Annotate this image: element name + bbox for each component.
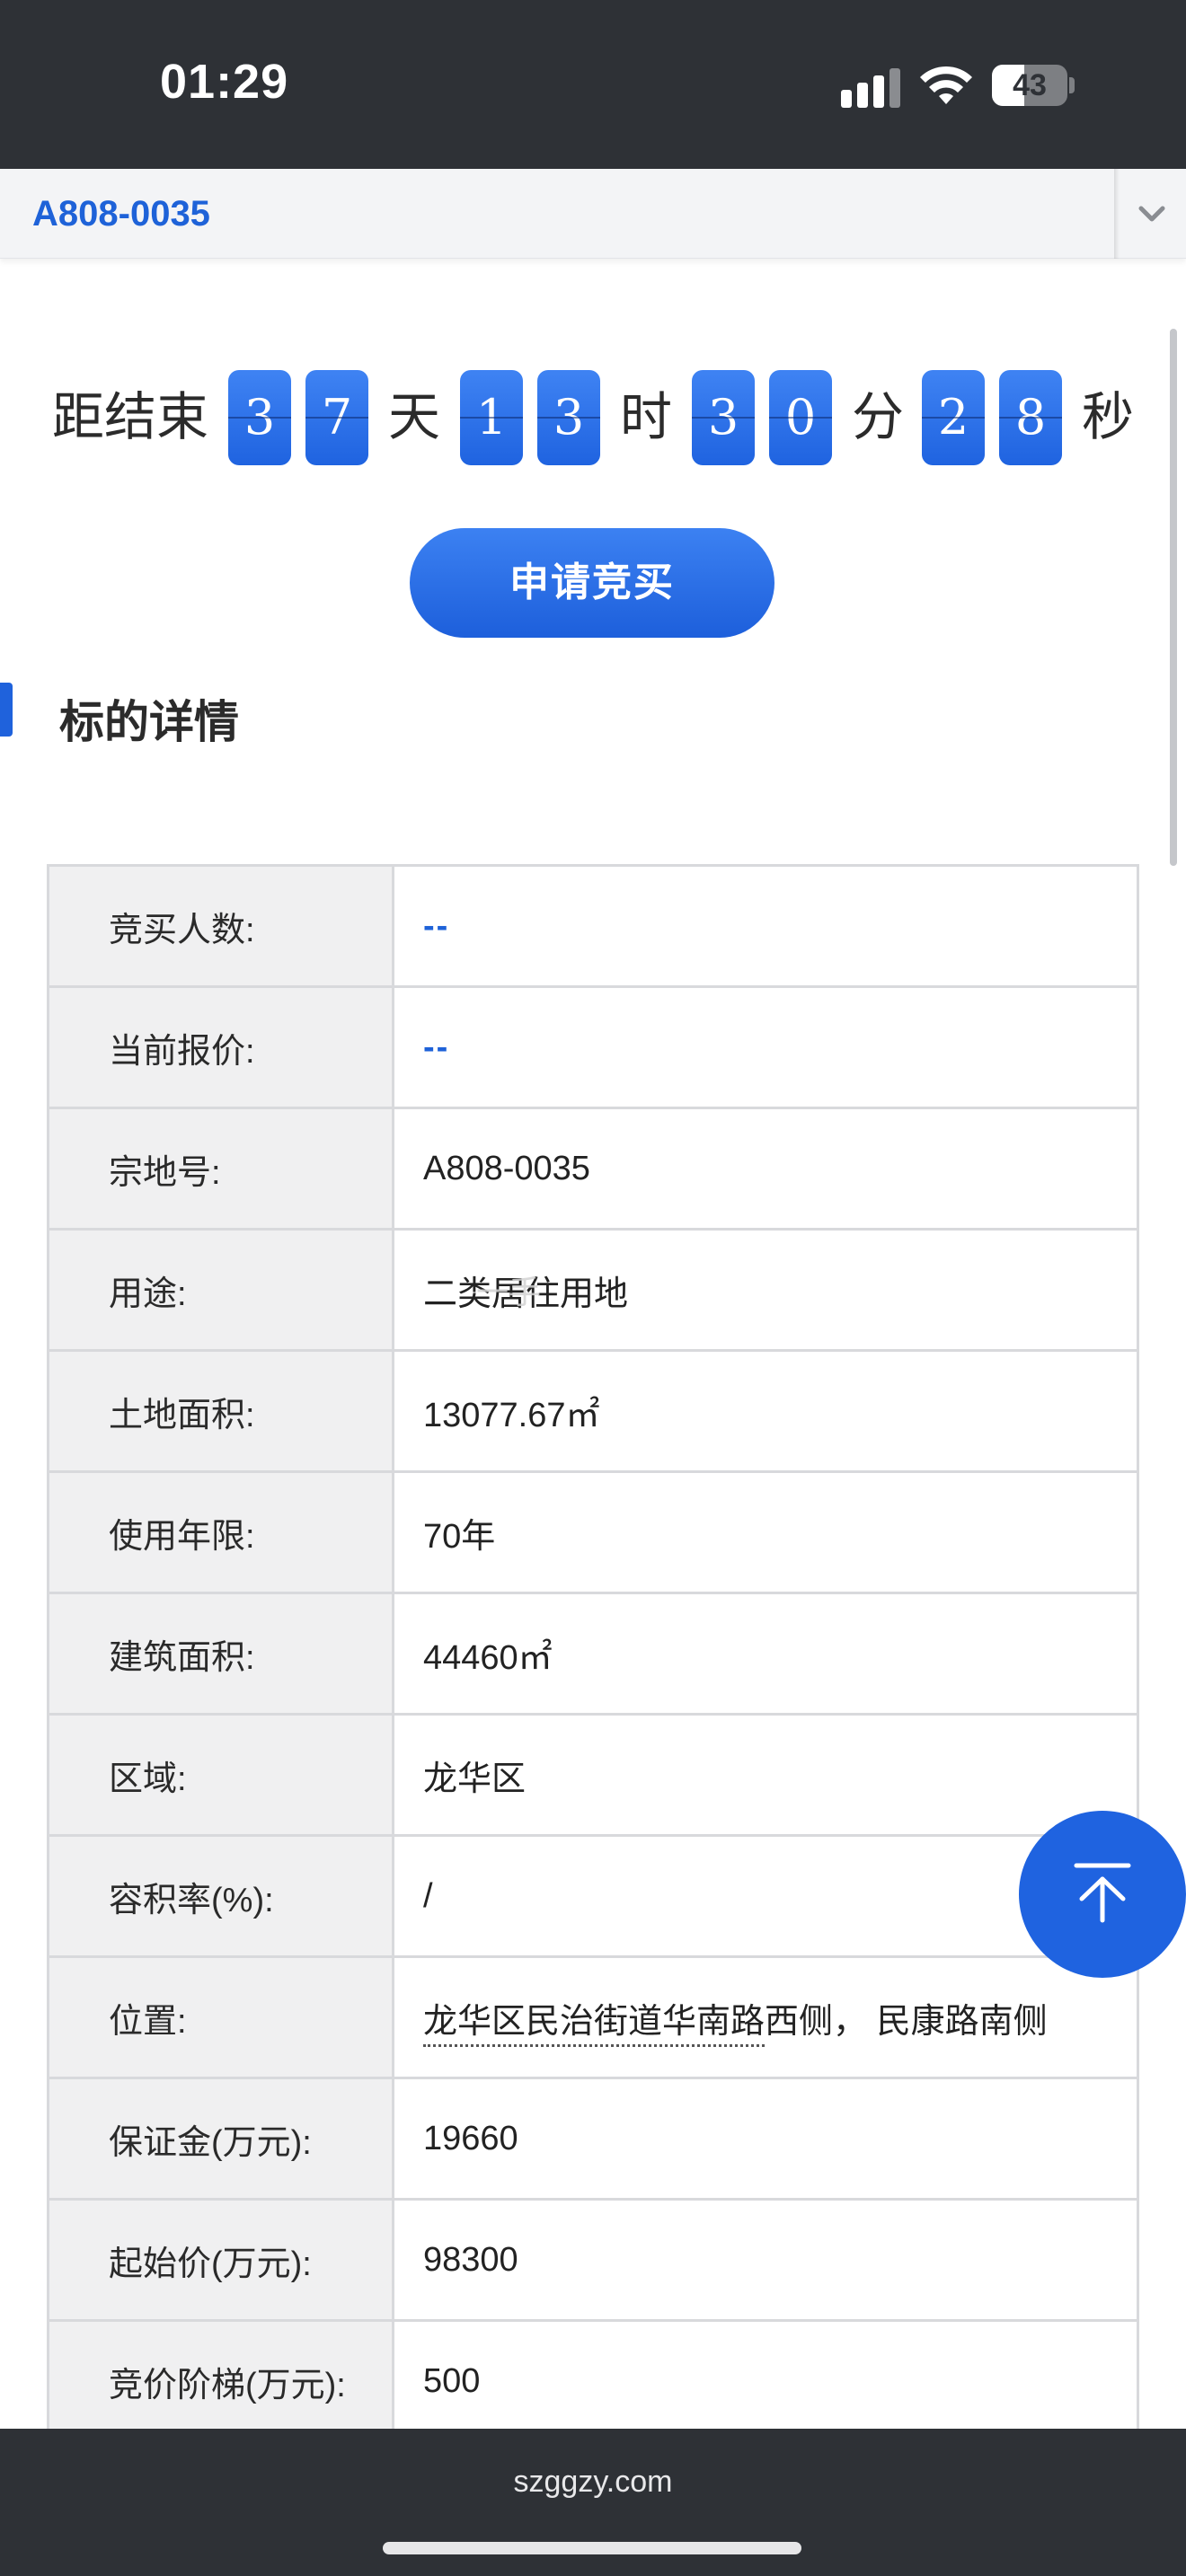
battery-body: 43 <box>992 65 1067 106</box>
watermark: 一手 <box>476 1274 542 1310</box>
table-row: 土地面积: 13077.67㎡ <box>47 1349 1139 1473</box>
table-row: 宗地号: A808-0035 <box>47 1107 1139 1231</box>
section-marker <box>0 683 13 737</box>
detail-value: A808-0035 <box>392 1107 1139 1231</box>
detail-label: 起始价(万元): <box>47 2198 394 2322</box>
browser-bottom-bar: szggzy.com <box>0 2429 1186 2576</box>
detail-label: 区域: <box>47 1713 394 1837</box>
table-row: 位置: 龙华区民治街道华南路西侧， 民康路南侧 <box>47 1955 1139 2079</box>
address-domain[interactable]: szggzy.com <box>0 2465 1186 2500</box>
battery-level: 43 <box>1013 68 1047 102</box>
detail-value: -- <box>392 985 1139 1109</box>
bidder-count-value: -- <box>423 906 450 945</box>
status-bar: 01:29 43 <box>0 0 1186 169</box>
countdown-timer: 距结束 3 7 天 1 3 时 3 0 分 2 8 秒 <box>52 368 1148 467</box>
detail-value: 龙华区民治街道华南路西侧， 民康路南侧 <box>392 1955 1139 2079</box>
detail-label: 宗地号: <box>47 1107 394 1231</box>
page-scrollbar[interactable] <box>1170 329 1177 866</box>
table-row: 保证金(万元): 19660 <box>47 2077 1139 2201</box>
countdown-hour-digit: 3 <box>537 370 600 465</box>
plot-select-value: A808-0035 <box>32 194 210 234</box>
detail-label: 竞价阶梯(万元): <box>47 2319 394 2443</box>
detail-label: 使用年限: <box>47 1470 394 1594</box>
detail-label: 竞买人数: <box>47 864 394 988</box>
location-text: 西侧， 民康路南侧 <box>765 2002 1048 2041</box>
apply-bid-button[interactable]: 申请竞买 <box>410 528 774 638</box>
detail-label: 建筑面积: <box>47 1592 394 1716</box>
chevron-down-icon[interactable] <box>1134 196 1170 232</box>
detail-value: 19660 <box>392 2077 1139 2201</box>
detail-label: 容积率(%): <box>47 1834 394 1958</box>
detail-value: 98300 <box>392 2198 1139 2322</box>
table-row: 竞买人数: -- <box>47 864 1139 988</box>
section-title: 标的详情 <box>59 697 239 747</box>
detail-value: 500 <box>392 2319 1139 2443</box>
table-row: 当前报价: -- <box>47 985 1139 1109</box>
countdown-day-digit: 7 <box>305 370 368 465</box>
battery-cap <box>1069 77 1075 93</box>
cellular-signal-icon <box>841 68 900 108</box>
arrow-up-to-top-icon <box>1074 1863 1131 1923</box>
countdown-minutes-unit: 分 <box>852 388 905 446</box>
detail-value: 44460㎡ <box>392 1592 1139 1716</box>
current-price-value: -- <box>423 1028 450 1066</box>
detail-label: 土地面积: <box>47 1349 394 1473</box>
detail-value: 龙华区 <box>392 1713 1139 1837</box>
detail-label: 当前报价: <box>47 985 394 1109</box>
location-link[interactable]: 龙华区民治街道华南路 <box>423 2002 766 2047</box>
countdown-second-digit: 8 <box>999 370 1062 465</box>
battery-icon: 43 <box>992 65 1075 106</box>
countdown-seconds-unit: 秒 <box>1082 388 1135 446</box>
table-row: 竞价阶梯(万元): 500 <box>47 2319 1139 2443</box>
page: 01:29 43 A808-0035 距结束 3 7 天 1 3 时 3 0 分… <box>0 0 1186 2576</box>
detail-value: -- <box>392 864 1139 988</box>
countdown-days-unit: 天 <box>388 388 441 446</box>
plot-select[interactable]: A808-0035 <box>0 169 1186 259</box>
back-to-top-button[interactable] <box>1019 1811 1186 1978</box>
detail-label: 保证金(万元): <box>47 2077 394 2201</box>
countdown-minute-digit: 3 <box>692 370 755 465</box>
table-row: 用途: 二类居住用地 <box>47 1228 1139 1352</box>
table-row: 建筑面积: 44460㎡ <box>47 1592 1139 1716</box>
detail-label: 用途: <box>47 1228 394 1352</box>
countdown-prefix: 距结束 <box>52 388 209 446</box>
select-divider <box>1114 169 1120 259</box>
status-time: 01:29 <box>160 55 289 109</box>
detail-value: 13077.67㎡ <box>392 1349 1139 1473</box>
wifi-icon <box>920 66 972 104</box>
countdown-hours-unit: 时 <box>620 388 673 446</box>
countdown-minute-digit: 0 <box>769 370 832 465</box>
details-table: 竞买人数: -- 当前报价: -- 宗地号: A808-0035 用途: 二类居… <box>47 864 1139 2443</box>
countdown-day-digit: 3 <box>228 370 291 465</box>
countdown-second-digit: 2 <box>922 370 985 465</box>
table-row: 区域: 龙华区 <box>47 1713 1139 1837</box>
detail-label: 位置: <box>47 1955 394 2079</box>
table-row: 起始价(万元): 98300 <box>47 2198 1139 2322</box>
countdown-hour-digit: 1 <box>460 370 523 465</box>
home-indicator[interactable] <box>383 2542 801 2554</box>
detail-value: 70年 <box>392 1470 1139 1594</box>
table-row: 使用年限: 70年 <box>47 1470 1139 1594</box>
table-row: 容积率(%): / <box>47 1834 1139 1958</box>
